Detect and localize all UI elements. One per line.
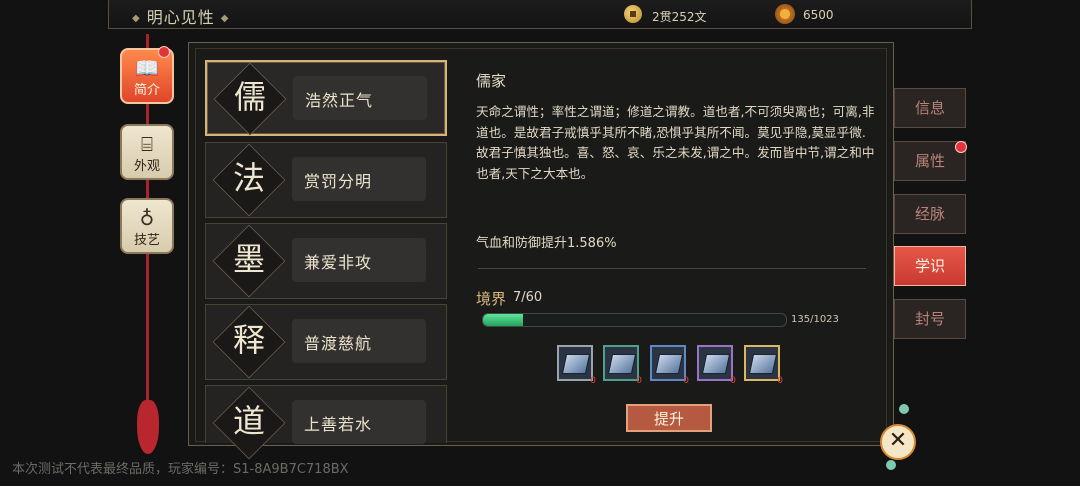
realm-label: 境界	[476, 290, 507, 308]
school-char: 释	[232, 321, 265, 359]
tassel-decoration	[137, 400, 159, 454]
nav-appearance-button[interactable]: ⌸ 外观	[120, 124, 174, 180]
upgrade-button[interactable]: 提升	[626, 404, 712, 432]
tab-meridians[interactable]: 经脉	[894, 194, 966, 234]
school-row-shi[interactable]: 释 普渡慈航	[205, 304, 447, 380]
school-name: 赏罚分明	[304, 172, 373, 191]
notification-dot	[158, 46, 170, 58]
divider	[478, 268, 866, 269]
book-icon	[654, 354, 684, 374]
realm-value: 7/60	[513, 290, 543, 305]
school-row-fa[interactable]: 法 赏罚分明	[205, 142, 447, 218]
coin-icon	[624, 5, 642, 23]
tab-titles[interactable]: 封号	[894, 299, 966, 339]
nav-intro-label: 简介	[133, 83, 160, 98]
school-row-dao[interactable]: 道 上善若水	[205, 385, 447, 460]
book-icon	[561, 354, 591, 374]
detail-title: 儒家	[476, 72, 507, 90]
item-count: 0	[730, 376, 736, 386]
progress-fill	[483, 314, 523, 326]
pipa-icon: ♁	[139, 206, 155, 230]
school-char: 法	[232, 159, 265, 197]
page-title: ◆ 明心见性 ◆	[126, 4, 235, 28]
diamond-icon: ◆	[132, 13, 141, 24]
close-icon[interactable]: ✕	[880, 424, 916, 460]
school-name: 上善若水	[304, 415, 373, 434]
book-icon	[748, 354, 778, 374]
progress-text: 135/1023	[791, 314, 839, 325]
top-bar	[108, 0, 972, 29]
book-icon	[607, 354, 637, 374]
tab-knowledge[interactable]: 学识	[894, 246, 966, 286]
bonus-text: 气血和防御提升1.586%	[476, 236, 617, 251]
jade-amount: 6500	[803, 8, 834, 22]
diamond-icon: ◆	[220, 13, 230, 24]
school-name: 普渡慈航	[304, 334, 373, 353]
book-item[interactable]: 0	[603, 345, 642, 386]
money-amount: 2贯252文	[652, 10, 707, 24]
school-char: 道	[232, 402, 265, 440]
school-name: 兼爱非攻	[304, 253, 373, 272]
school-char: 墨	[232, 240, 265, 278]
school-char: 儒	[233, 78, 266, 116]
school-row-mo[interactable]: 墨 兼爱非攻	[205, 223, 447, 299]
bead-decoration	[886, 460, 896, 470]
item-count: 0	[590, 376, 596, 386]
jade-icon	[775, 4, 795, 24]
book-item[interactable]: 0	[650, 345, 689, 386]
notification-dot	[955, 141, 967, 153]
progress-bar	[482, 313, 787, 327]
school-name: 浩然正气	[305, 91, 374, 110]
watermark: 本次测试不代表最终品质，玩家编号：S1-8A9B7C718BX	[12, 462, 349, 477]
nav-appearance-label: 外观	[133, 159, 160, 174]
school-row-ru[interactable]: 儒 浩然正气	[205, 60, 447, 136]
book-icon	[701, 354, 731, 374]
book-item[interactable]: 0	[744, 345, 783, 386]
bead-decoration	[899, 404, 909, 414]
robe-icon: ⌸	[141, 132, 153, 156]
detail-description: 天命之谓性；率性之谓道；修道之谓教。道也者,不可须臾离也；可离,非道也。是故君子…	[476, 104, 875, 181]
item-count: 0	[683, 376, 689, 386]
item-count: 0	[636, 376, 642, 386]
item-count: 0	[777, 376, 783, 386]
title-text: 明心见性	[146, 8, 215, 27]
nav-skills-label: 技艺	[133, 233, 160, 248]
book-icon: 📖	[134, 56, 160, 80]
book-item[interactable]: 0	[697, 345, 736, 386]
book-item[interactable]: 0	[557, 345, 596, 386]
nav-skills-button[interactable]: ♁ 技艺	[120, 198, 174, 254]
tab-info[interactable]: 信息	[894, 88, 966, 128]
